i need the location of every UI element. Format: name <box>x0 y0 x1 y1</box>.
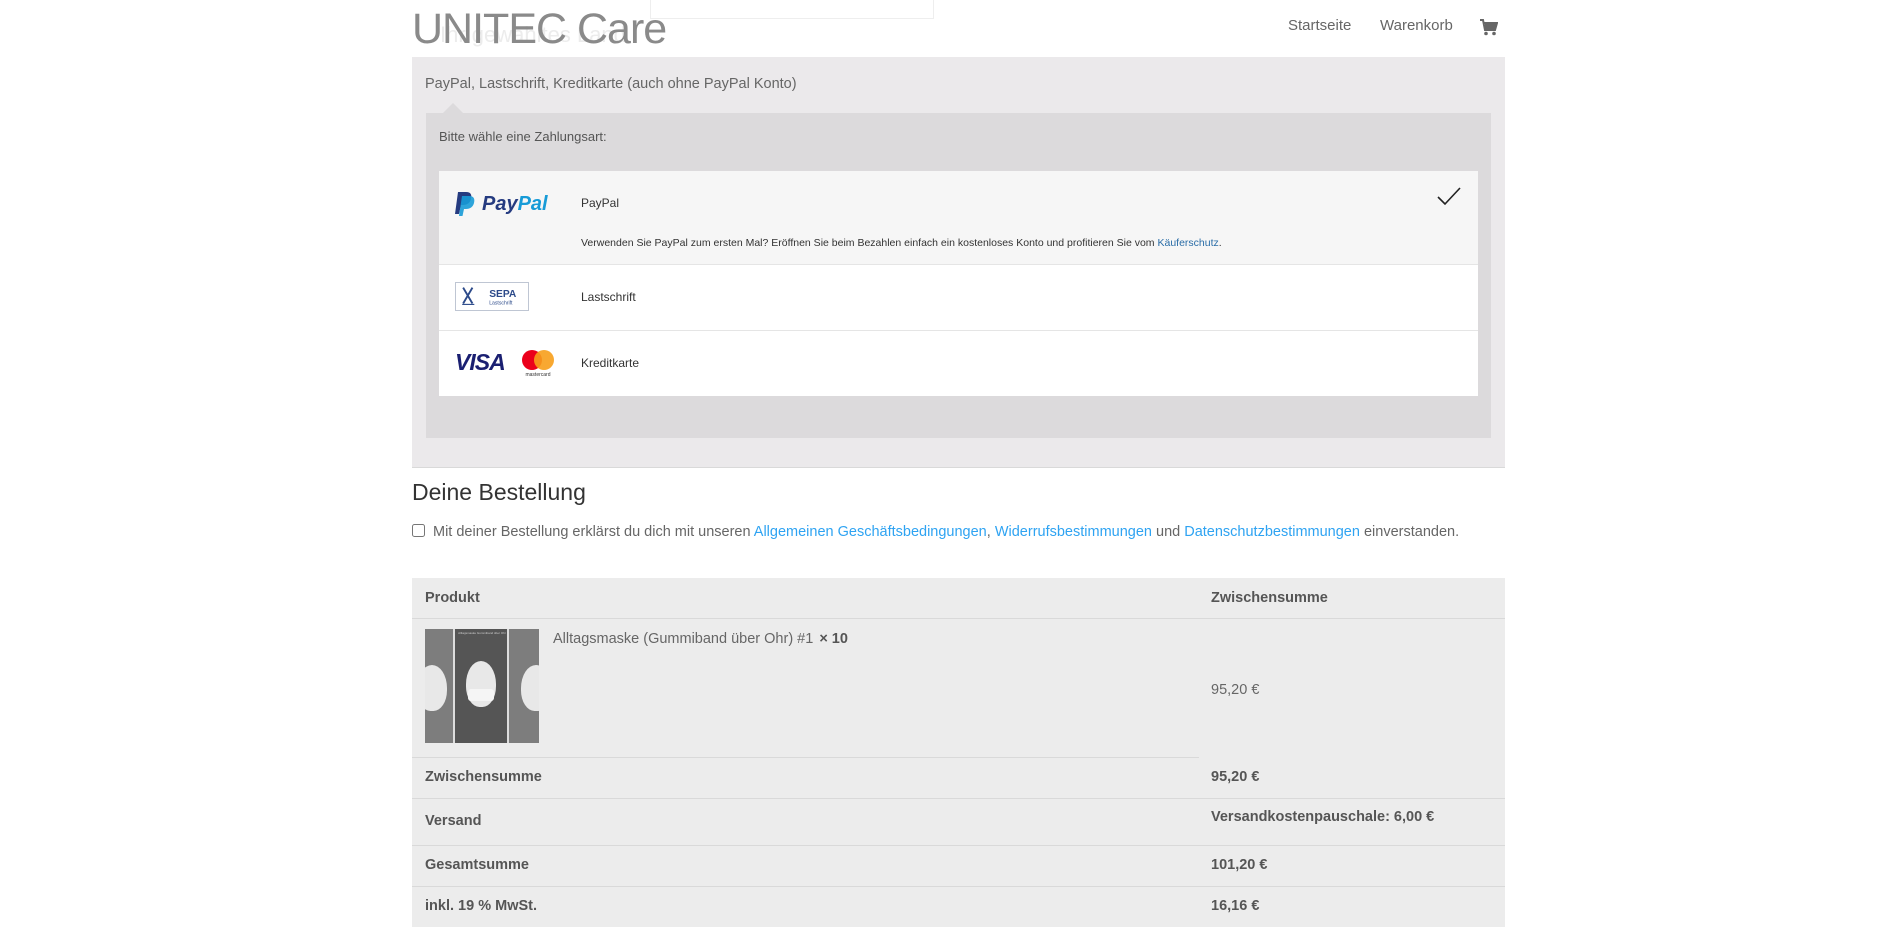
choose-payment-label: Bitte wähle eine Zahlungsart: <box>439 129 607 144</box>
subtotal-value: 95,20 € <box>1211 769 1260 785</box>
product-name: Alltagsmaske (Gummiband über Ohr) #1 × 10 <box>553 631 848 647</box>
vat-value: 16,16 € <box>1211 898 1260 914</box>
payment-option-kreditkarte[interactable]: VISA mastercard Kreditkarte <box>439 331 1478 396</box>
subtotal-label: Zwischensumme <box>425 769 542 785</box>
product-price: 95,20 € <box>1211 682 1260 698</box>
total-label: Gesamtsumme <box>425 857 529 873</box>
mastercard-logo: mastercard <box>522 350 554 378</box>
paypal-description-text: Verwenden Sie PayPal zum ersten Mal? Erö… <box>581 237 1158 249</box>
payment-methods-summary[interactable]: PayPal, Lastschrift, Kreditkarte (auch o… <box>425 76 797 92</box>
payment-option-paypal[interactable]: PayPal PayPal Verwenden Sie PayPal zum e… <box>439 171 1478 265</box>
payment-options-list: PayPal PayPal Verwenden Sie PayPal zum e… <box>439 171 1478 396</box>
table-header-row: Produkt Zwischensumme <box>412 578 1505 619</box>
terms-sep2: und <box>1151 524 1185 540</box>
lastschrift-label: Lastschrift <box>581 290 636 304</box>
col-header-product: Produkt <box>425 590 480 606</box>
widerruf-link[interactable]: Widerrufsbestimmungen <box>995 524 1152 540</box>
total-value: 101,20 € <box>1211 857 1268 873</box>
svg-text:mastercard: mastercard <box>525 372 550 378</box>
total-row: Gesamtsumme 101,20 € <box>412 845 1505 886</box>
payment-option-lastschrift[interactable]: SEPA Lastschrift Lastschrift <box>439 265 1478 331</box>
paypal-label: PayPal <box>581 196 620 210</box>
site-logo[interactable]: UNITEC Care <box>412 3 667 55</box>
svg-text:SEPA: SEPA <box>489 289 517 300</box>
visa-logo: VISA <box>455 349 506 375</box>
nav-startseite[interactable]: Startseite <box>1288 17 1351 34</box>
terms-sep1: , <box>986 524 995 540</box>
payment-panel: Bitte wähle eine Zahlungsart: PayPal Pay… <box>426 113 1491 438</box>
product-quantity: × 10 <box>819 631 848 647</box>
product-thumbnail: Alltagsmaske Gummiband über Ohr <box>425 629 539 743</box>
svg-text:PayPal: PayPal <box>482 193 548 215</box>
thumbnail-caption: Alltagsmaske Gummiband über Ohr <box>458 631 506 635</box>
svg-text:Lastschrift: Lastschrift <box>489 300 513 306</box>
paypal-description: Verwenden Sie PayPal zum ersten Mal? Erö… <box>581 237 1222 249</box>
terms-suffix: einverstanden. <box>1359 524 1460 540</box>
paypal-logo: PayPal <box>455 192 548 216</box>
terms-prefix: Mit deiner Bestellung erklärst du dich m… <box>433 524 754 540</box>
vat-label: inkl. 19 % MwSt. <box>425 898 537 914</box>
shipping-label: Versand <box>425 813 482 829</box>
order-review-table: Produkt Zwischensumme Alltagsmaske Gummi… <box>412 578 1505 927</box>
sepa-logo: SEPA Lastschrift <box>455 282 529 311</box>
subtotal-row: Zwischensumme 95,20 € <box>412 758 1505 798</box>
shipping-row: Versand Versandkostenpauschale: 6,00 € <box>412 798 1505 845</box>
terms-checkbox[interactable] <box>412 524 425 537</box>
nav-warenkorb[interactable]: Warenkorb <box>1380 17 1453 34</box>
agb-link[interactable]: Allgemeinen Geschäftsbedingungen <box>754 524 987 540</box>
order-heading: Deine Bestellung <box>412 479 586 505</box>
check-icon <box>1437 187 1461 206</box>
site-header: Ihr gewähltes Land UNITEC Care Startseit… <box>0 0 1897 56</box>
datenschutz-link[interactable]: Datenschutzbestimmungen <box>1184 524 1360 540</box>
shipping-value: Versandkostenpauschale: 6,00 € <box>1211 809 1435 825</box>
cart-icon[interactable] <box>1480 19 1498 36</box>
header-search-field <box>650 0 934 19</box>
terms-consent: Mit deiner Bestellung erklärst du dich m… <box>412 518 1505 546</box>
table-row: Alltagsmaske Gummiband über Ohr Alltagsm… <box>412 619 1505 758</box>
kreditkarte-label: Kreditkarte <box>581 356 640 370</box>
product-name-text: Alltagsmaske (Gummiband über Ohr) #1 <box>553 631 814 647</box>
payment-section: PayPal, Lastschrift, Kreditkarte (auch o… <box>412 57 1505 468</box>
kauferschutz-link[interactable]: Käuferschutz <box>1157 237 1218 249</box>
col-header-subtotal: Zwischensumme <box>1211 590 1328 606</box>
vat-row: inkl. 19 % MwSt. 16,16 € <box>412 886 1505 927</box>
paypal-description-end: . <box>1218 237 1222 249</box>
